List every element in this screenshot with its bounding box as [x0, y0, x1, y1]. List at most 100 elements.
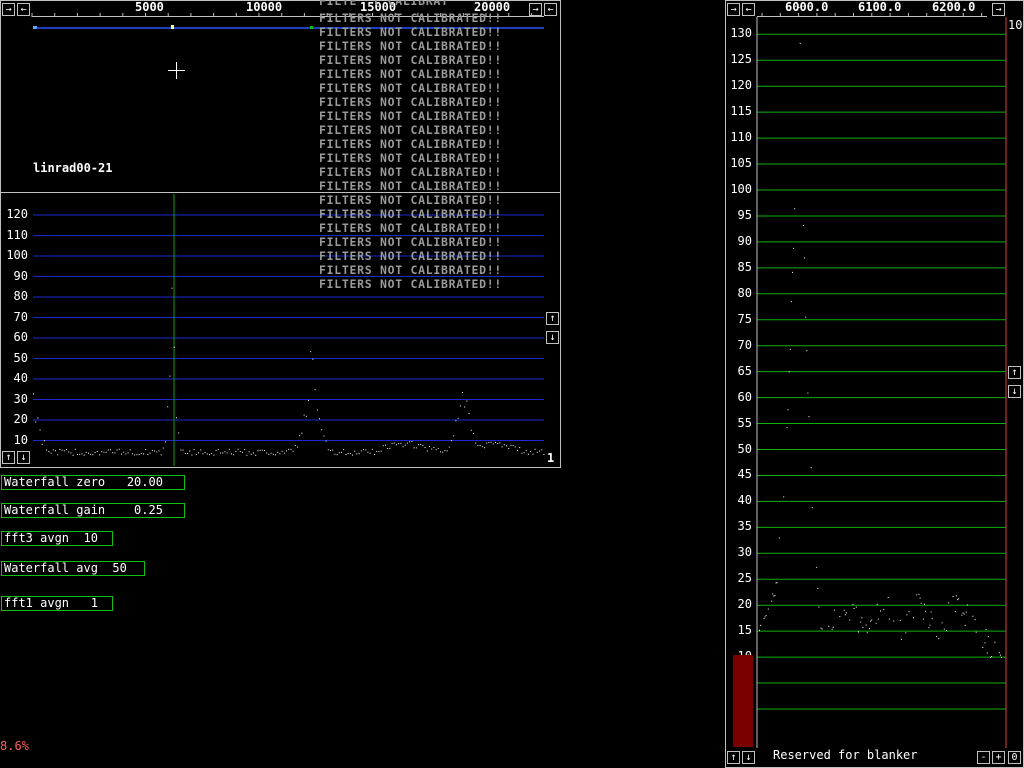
spectrum-point [429, 446, 430, 448]
spectrum-point [330, 449, 331, 451]
spectrum-point [81, 453, 83, 455]
spectrum-point [184, 452, 186, 454]
spectrum-point [292, 450, 294, 452]
spectrum-point [237, 448, 239, 450]
spectrum-point [145, 449, 147, 451]
spectrum-point [407, 442, 408, 444]
spectrum-point [140, 453, 142, 455]
waterfall-gain-field[interactable]: Waterfall gain 0.25 [1, 503, 185, 518]
baseband-y-label: 15 [737, 623, 752, 638]
blanker-zero-button[interactable]: 0 [1008, 751, 1021, 764]
spectrum-point [382, 445, 384, 447]
spectrum-point [66, 448, 67, 450]
spectrum-point [400, 442, 402, 444]
spectrum-point [312, 358, 314, 360]
baseband-y-label: 65 [737, 363, 752, 378]
baseband-right-button-2[interactable]: → [992, 3, 1005, 16]
spectrum-point [257, 450, 259, 452]
spectrum-point [424, 446, 426, 448]
spectrum-point [528, 453, 529, 455]
spectrum-point [479, 444, 481, 446]
spectrum-point [70, 452, 72, 454]
spectrum-point [110, 449, 111, 451]
baseband-y-label: 95 [737, 207, 752, 222]
filters-warning-line: FILTERS NOT CALIBRATED!! [319, 235, 502, 249]
blanker-minus-button[interactable]: - [977, 751, 990, 764]
spectrum-point [112, 452, 114, 454]
spectrum-point [37, 417, 39, 419]
spectrum-point [499, 442, 501, 444]
spectrum-point [470, 429, 472, 431]
spectrum-point [255, 454, 257, 456]
filters-warning-line: FILTERS NOT CALIBRATED!! [319, 53, 502, 67]
spectrum-point [165, 441, 166, 443]
baseband-right-button[interactable]: → [727, 3, 740, 16]
filters-warning-line: FILTERS NOT CALIBRATED!! [319, 67, 502, 81]
spectrum-point [59, 448, 61, 450]
spectrum-point [162, 447, 164, 449]
spectrum-point [426, 450, 428, 452]
spectrum-point [437, 447, 439, 449]
baseband-left-button[interactable]: ← [742, 3, 755, 16]
spectrum-point [453, 435, 455, 437]
blanker-up-button[interactable]: ↑ [727, 751, 740, 764]
spectrum-point [129, 449, 131, 451]
baseband-y-label: 125 [730, 52, 752, 67]
waterfall-avg-field[interactable]: Waterfall avg 50 [1, 561, 145, 576]
blanker-down-button[interactable]: ↓ [742, 751, 755, 764]
spectrum-point [132, 453, 133, 455]
spectrum-point [72, 454, 74, 456]
spectrum-point [288, 448, 290, 450]
spectrum-point [116, 449, 118, 451]
spectrum-point [127, 452, 129, 454]
spectrum-point [541, 449, 543, 451]
fft3-avgn-field[interactable]: fft3 avgn 10 [1, 531, 113, 546]
baseband-tick-6100: 6100.0 [858, 0, 902, 14]
spectrum-point [332, 449, 334, 451]
spectrum-point [409, 441, 411, 443]
spectrum-point [48, 450, 50, 452]
spectrum-point [105, 451, 107, 453]
spectrum-point [356, 453, 358, 455]
spectrum-point [202, 453, 204, 455]
spectrum-point [154, 450, 155, 452]
spectrum-point [121, 453, 122, 455]
spectrum-point [244, 449, 246, 451]
spectrum-point [198, 452, 199, 454]
filters-warning-line: FILTERS NOT CALIBRATED!! [319, 123, 502, 137]
filters-warning-line: FILTERS NOT CALIBRATED!! [319, 151, 502, 165]
spectrum-point [99, 454, 100, 456]
baseband-y-label: 40 [737, 493, 752, 508]
baseband-y-label: 60 [737, 389, 752, 404]
spectrum-point [167, 406, 169, 408]
spectrum-point [389, 447, 391, 449]
baseband-y-label: 75 [737, 311, 752, 326]
spectrum-point [77, 454, 78, 456]
spectrum-point [143, 453, 144, 455]
spectrum-point [435, 449, 437, 451]
spectrum-point [446, 450, 448, 452]
waterfall-marker [33, 26, 37, 29]
spectrum-point [422, 445, 424, 447]
spectrum-point [46, 449, 48, 451]
spectrum-point [147, 454, 149, 456]
baseband-up-button[interactable]: ↑ [1008, 366, 1021, 379]
spectrum-point [374, 453, 375, 455]
baseband-y-label: 130 [730, 26, 752, 41]
fft1-avgn-field[interactable]: fft1 avgn 1 [1, 596, 113, 611]
spectrum-point [233, 454, 235, 456]
spectrum-point [418, 444, 419, 446]
spectrum-point [420, 444, 422, 446]
spectrum-point [363, 449, 364, 451]
spectrum-point [299, 435, 301, 437]
spectrum-point [220, 452, 221, 454]
spectrum-point [495, 441, 496, 443]
spectrum-point [57, 454, 59, 456]
waterfall-zero-field[interactable]: Waterfall zero 20.00 [1, 475, 185, 490]
spectrum-point [327, 449, 329, 451]
baseband-down-button[interactable]: ↓ [1008, 385, 1021, 398]
blanker-plus-button[interactable]: + [992, 751, 1005, 764]
spectrum-point [497, 443, 499, 445]
baseband-y-label: 35 [737, 519, 752, 534]
filters-warning-line: FILTERS NOT CALIBRATED!! [319, 207, 502, 221]
